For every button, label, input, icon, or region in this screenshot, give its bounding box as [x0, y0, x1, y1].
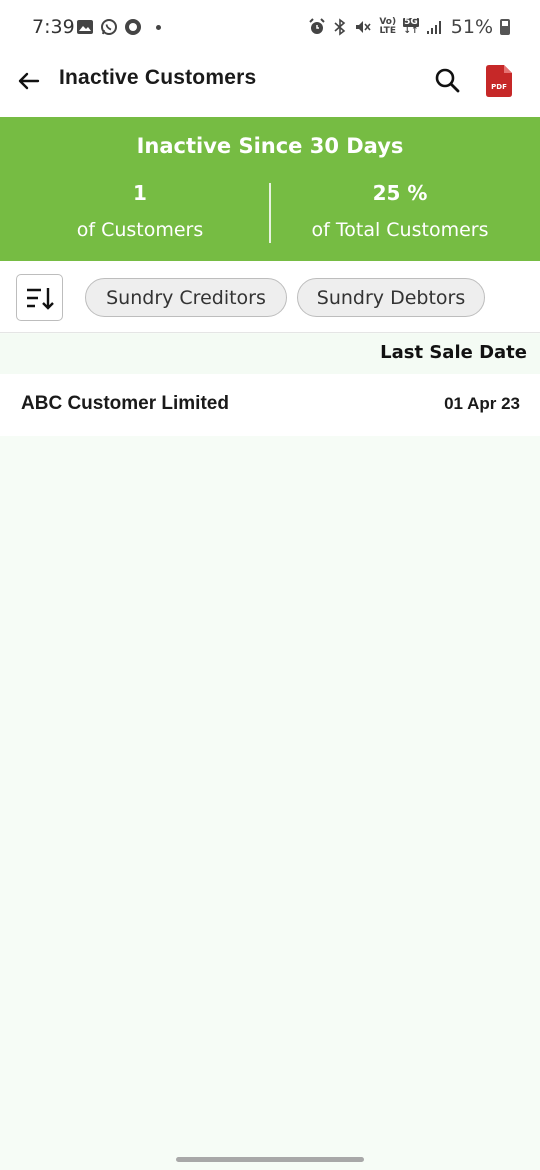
pdf-export-button[interactable]: PDF: [486, 65, 512, 97]
total-percent-value: 25 %: [372, 181, 428, 205]
whatsapp-icon: [101, 19, 117, 35]
volte-icon: Vo) LTE: [379, 18, 396, 36]
customers-count-label: of Customers: [76, 219, 204, 241]
volte-bottom: LTE: [379, 26, 396, 36]
battery-percent: 51%: [450, 16, 493, 38]
signal-icon: [426, 21, 441, 34]
status-bar: 7:39 Vo) LTE 5G ↓↑ 51%: [0, 0, 540, 56]
sort-icon: [27, 288, 54, 310]
last-sale-date: 01 Apr 23: [444, 394, 520, 413]
pdf-label: PDF: [491, 83, 507, 91]
5g-icon: 5G ↓↑: [403, 18, 419, 36]
customers-count-stat: 1 of Customers: [5, 181, 275, 241]
status-time: 7:39: [32, 16, 75, 38]
customer-name: ABC Customer Limited: [21, 393, 229, 414]
column-header-last-sale-date[interactable]: Last Sale Date: [380, 342, 527, 363]
alarm-icon: [309, 18, 326, 34]
net-bottom: ↓↑: [403, 26, 419, 36]
summary-banner: Inactive Since 30 Days 1 of Customers 25…: [0, 117, 540, 261]
app-bar: Inactive Customers PDF: [0, 56, 540, 117]
home-indicator[interactable]: [176, 1157, 364, 1162]
table-row[interactable]: ABC Customer Limited 01 Apr 23: [0, 374, 540, 436]
gallery-icon: [77, 20, 93, 34]
status-left-icons: [76, 18, 161, 36]
table-header: Last Sale Date: [0, 334, 540, 374]
chip-sundry-debtors[interactable]: Sundry Debtors: [297, 278, 485, 317]
status-right-icons: Vo) LTE 5G ↓↑ 51%: [308, 16, 510, 38]
filter-row: Sundry Creditors Sundry Debtors: [0, 261, 540, 333]
bluetooth-icon: [334, 18, 346, 36]
back-arrow-icon[interactable]: [14, 66, 44, 96]
search-icon[interactable]: [432, 66, 462, 96]
summary-title: Inactive Since 30 Days: [136, 134, 404, 158]
page-title: Inactive Customers: [59, 66, 257, 89]
total-percent-stat: 25 % of Total Customers: [265, 181, 535, 241]
battery-icon: [500, 19, 510, 35]
record-icon: [125, 19, 141, 35]
notification-dot: [156, 24, 161, 30]
chip-sundry-creditors[interactable]: Sundry Creditors: [85, 278, 287, 317]
total-percent-label: of Total Customers: [311, 219, 489, 241]
mute-icon: [356, 21, 371, 33]
sort-button[interactable]: [16, 274, 63, 321]
customers-count-value: 1: [133, 181, 147, 205]
